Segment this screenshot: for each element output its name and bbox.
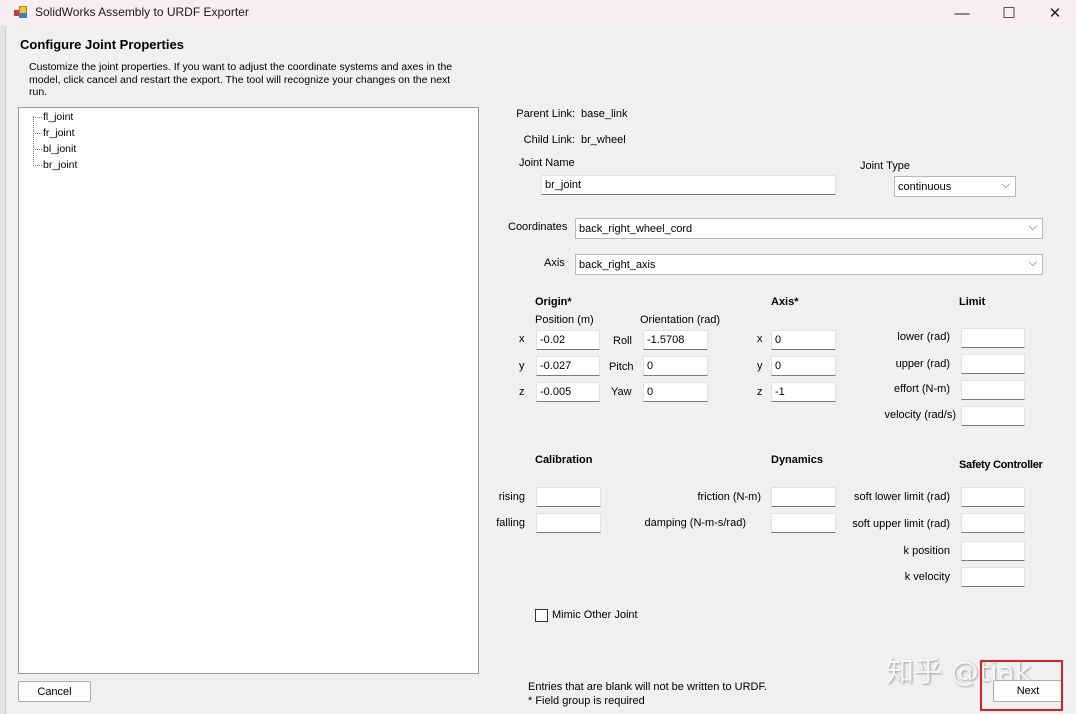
- position-label: Position (m): [535, 314, 594, 326]
- minimize-button[interactable]: —: [939, 2, 985, 24]
- joint-type-select[interactable]: continuous ⌵: [894, 176, 1016, 197]
- mimic-checkbox[interactable]: [535, 609, 548, 622]
- velocity-input[interactable]: [961, 406, 1025, 426]
- axis-y-input[interactable]: 0: [771, 356, 836, 376]
- axis-title: Axis*: [771, 296, 799, 308]
- falling-label: falling: [496, 517, 525, 529]
- background-window-edge: [0, 26, 6, 714]
- tree-lines: [33, 116, 42, 166]
- pos-y-label: y: [519, 360, 525, 372]
- child-link-value: br_wheel: [581, 134, 626, 146]
- pos-x-label: x: [519, 333, 525, 345]
- window-title: SolidWorks Assembly to URDF Exporter: [35, 5, 249, 19]
- joint-name-label: Joint Name: [519, 157, 575, 169]
- orientation-label: Orientation (rad): [640, 314, 721, 326]
- tree-branch: [33, 165, 42, 166]
- pos-z-label: z: [519, 386, 525, 398]
- k-position-label: k position: [903, 545, 950, 557]
- pos-y-input[interactable]: -0.027: [536, 356, 600, 376]
- velocity-label: velocity (rad/s): [884, 409, 956, 421]
- dynamics-title: Dynamics: [771, 454, 823, 466]
- damping-input[interactable]: [771, 513, 836, 533]
- parent-link-label: Parent Link:: [516, 108, 575, 120]
- yaw-label: Yaw: [611, 386, 632, 398]
- k-velocity-input[interactable]: [961, 567, 1025, 587]
- child-link-label: Child Link:: [523, 134, 575, 146]
- rising-input[interactable]: [536, 487, 601, 507]
- coordinates-value: back_right_wheel_cord: [579, 223, 693, 235]
- lower-label: lower (rad): [897, 331, 950, 343]
- soft-lower-label: soft lower limit (rad): [854, 491, 950, 503]
- parent-link-value: base_link: [581, 108, 628, 120]
- description: Customize the joint properties. If you w…: [29, 61, 453, 98]
- joint-name-input[interactable]: br_joint: [541, 175, 836, 195]
- roll-label: Roll: [613, 335, 632, 347]
- origin-title: Origin*: [535, 296, 572, 308]
- pos-x-input[interactable]: -0.02: [536, 330, 600, 350]
- calibration-title: Calibration: [535, 454, 593, 466]
- tree-branch: [33, 117, 42, 118]
- joint-type-label: Joint Type: [860, 160, 910, 172]
- tree-item[interactable]: fr_joint: [43, 127, 75, 139]
- axis-select-label: Axis: [544, 257, 565, 269]
- axis-x-label: x: [757, 333, 763, 345]
- k-position-input[interactable]: [961, 541, 1025, 561]
- effort-label: effort (N-m): [893, 383, 950, 395]
- tree-branch: [33, 149, 42, 150]
- joint-tree[interactable]: fl_joint fr_joint bl_jonit br_joint: [18, 107, 479, 674]
- lower-input[interactable]: [961, 328, 1025, 348]
- chevron-down-icon: ⌵: [1001, 179, 1010, 191]
- joint-type-value: continuous: [898, 181, 952, 193]
- soft-upper-label: soft upper limit (rad): [852, 518, 950, 530]
- title-bar: SolidWorks Assembly to URDF Exporter — ☐…: [0, 0, 1076, 26]
- upper-label: upper (rad): [895, 358, 950, 370]
- close-button[interactable]: ✕: [1032, 2, 1076, 24]
- pos-z-input[interactable]: -0.005: [536, 382, 600, 402]
- axis-x-input[interactable]: 0: [771, 330, 836, 350]
- app-icon: [14, 6, 28, 18]
- roll-input[interactable]: -1.5708: [643, 330, 708, 350]
- pitch-input[interactable]: 0: [643, 356, 708, 376]
- axis-y-label: y: [757, 360, 763, 372]
- yaw-input[interactable]: 0: [643, 382, 708, 402]
- effort-input[interactable]: [961, 380, 1025, 400]
- page-title: Configure Joint Properties: [20, 37, 184, 52]
- maximize-button[interactable]: ☐: [986, 2, 1032, 24]
- mimic-label: Mimic Other Joint: [552, 609, 638, 621]
- tree-item[interactable]: fl_joint: [43, 111, 73, 123]
- chevron-down-icon: ⌵: [1028, 257, 1037, 269]
- footer-note: Entries that are blank will not be writt…: [528, 681, 768, 693]
- safety-title: Safety Controller: [959, 459, 1043, 471]
- highlight-box: [980, 660, 1063, 711]
- limit-title: Limit: [959, 296, 986, 308]
- axis-z-label: z: [757, 386, 763, 398]
- tree-item[interactable]: br_joint: [43, 159, 77, 171]
- soft-upper-input[interactable]: [961, 513, 1025, 533]
- tree-item[interactable]: bl_jonit: [43, 143, 76, 155]
- soft-lower-input[interactable]: [961, 487, 1025, 507]
- chevron-down-icon: ⌵: [1028, 221, 1037, 233]
- required-note: * Field group is required: [528, 695, 645, 707]
- axis-select[interactable]: back_right_axis ⌵: [575, 254, 1043, 275]
- upper-input[interactable]: [961, 354, 1025, 374]
- friction-input[interactable]: [771, 487, 836, 507]
- rising-label: rising: [498, 491, 525, 503]
- pitch-label: Pitch: [609, 361, 634, 373]
- friction-label: friction (N-m): [697, 491, 761, 503]
- coordinates-label: Coordinates: [508, 221, 568, 233]
- damping-label: damping (N-m-s/rad): [644, 517, 746, 529]
- k-velocity-label: k velocity: [904, 571, 950, 583]
- axis-select-value: back_right_axis: [579, 259, 656, 271]
- coordinates-select[interactable]: back_right_wheel_cord ⌵: [575, 218, 1043, 239]
- axis-z-input[interactable]: -1: [771, 382, 836, 402]
- cancel-button[interactable]: Cancel: [18, 681, 91, 702]
- tree-branch: [33, 133, 42, 134]
- falling-input[interactable]: [536, 513, 601, 533]
